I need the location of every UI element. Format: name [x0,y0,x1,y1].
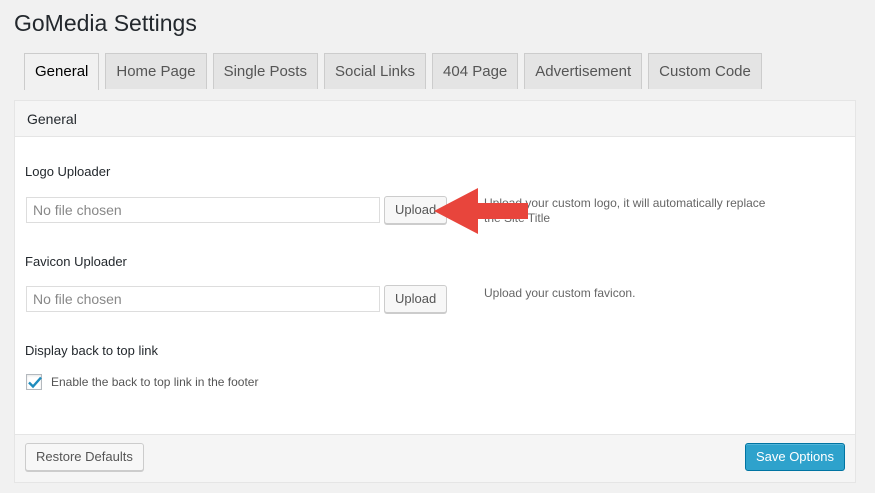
backtotop-checkbox[interactable] [26,374,42,390]
tab-social-links[interactable]: Social Links [323,53,427,89]
tab-bar: General Home Page Single Posts Social Li… [24,53,762,90]
backtotop-label: Display back to top link [25,343,158,358]
save-options-button[interactable]: Save Options [744,443,845,471]
logo-description-line2: the Site Title [484,211,551,225]
logo-file-field[interactable]: No file chosen [26,197,380,223]
panel-footer: Restore Defaults Save Options [15,434,855,482]
tab-home-page[interactable]: Home Page [105,53,207,89]
restore-defaults-button[interactable]: Restore Defaults [25,443,144,471]
backtotop-checkbox-label[interactable]: Enable the back to top link in the foote… [51,375,258,389]
logo-description: Upload your custom logo, it will automat… [484,196,794,226]
favicon-description: Upload your custom favicon. [484,286,636,300]
tab-advertisement[interactable]: Advertisement [524,53,643,89]
favicon-uploader-label: Favicon Uploader [25,254,127,269]
settings-panel: General Logo Uploader No file chosen Upl… [14,100,856,483]
red-arrow-annotation-icon [434,188,528,234]
tab-general[interactable]: General [24,53,100,90]
logo-uploader-label: Logo Uploader [25,164,111,179]
favicon-file-field[interactable]: No file chosen [26,286,380,312]
favicon-upload-button[interactable]: Upload [384,285,448,313]
panel-header: General [15,101,855,137]
tab-custom-code[interactable]: Custom Code [648,53,762,89]
tab-single-posts[interactable]: Single Posts [212,53,318,89]
tab-404-page[interactable]: 404 Page [432,53,519,89]
logo-description-line1: Upload your custom logo, it will automat… [484,196,766,210]
checkmark-icon [28,376,42,389]
page-title: GoMedia Settings [14,10,197,36]
